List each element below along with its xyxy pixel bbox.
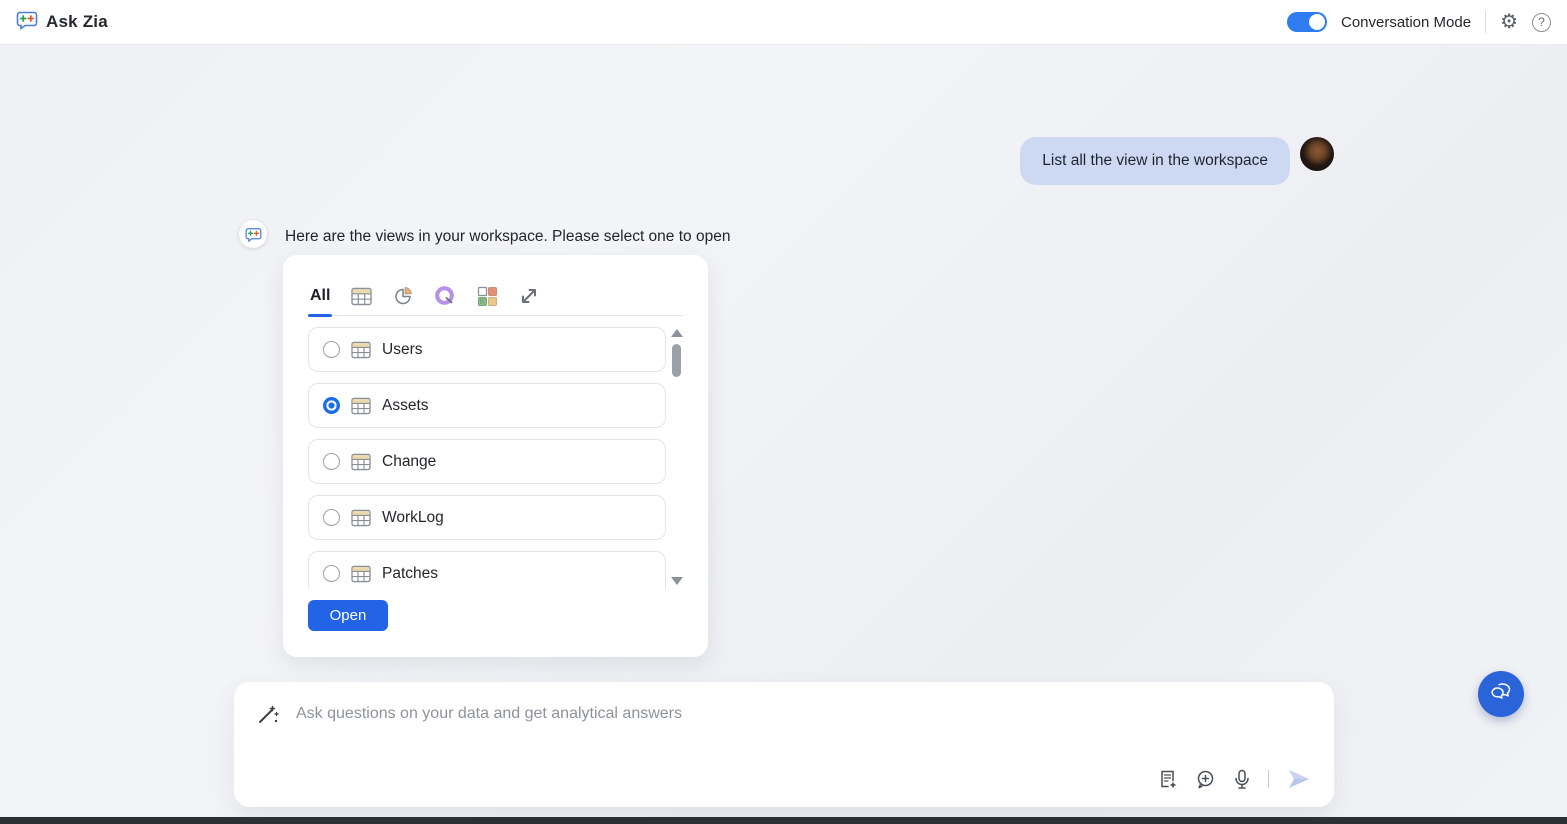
user-message-bubble: List all the view in the workspace <box>1020 137 1290 185</box>
scrollbar-thumb[interactable] <box>672 344 681 377</box>
scroll-down-arrow-icon[interactable] <box>671 577 683 585</box>
view-list-item[interactable]: Patches <box>308 551 666 589</box>
table-view-icon <box>351 509 371 527</box>
view-name-label: Users <box>382 340 423 358</box>
brand: Ask Zia <box>16 9 108 36</box>
conversation-mode-toggle[interactable] <box>1286 12 1327 32</box>
send-icon[interactable] <box>1286 767 1312 791</box>
view-list-viewport: Users Assets Change WorkLog Patches <box>308 327 683 589</box>
radio-button[interactable] <box>323 341 340 358</box>
view-picker-card: All Users Assets Change WorkLog Patches … <box>283 255 708 657</box>
user-message-row: List all the view in the workspace <box>1020 137 1334 185</box>
table-view-icon <box>351 565 371 583</box>
header-divider <box>1485 11 1487 33</box>
zia-avatar-icon <box>239 220 267 248</box>
view-name-label: Assets <box>382 396 429 414</box>
chat-fab-button[interactable] <box>1478 671 1524 717</box>
list-scrollbar[interactable] <box>670 327 683 589</box>
add-query-icon[interactable] <box>1195 769 1216 790</box>
microphone-icon[interactable] <box>1233 769 1251 790</box>
view-list-item[interactable]: Users <box>308 327 666 372</box>
table-view-icon <box>351 397 371 415</box>
active-tab-underline <box>308 314 332 317</box>
tab-table-view-icon[interactable] <box>348 281 374 311</box>
page-title: Ask Zia <box>46 12 108 31</box>
view-filter-tabs: All <box>308 281 683 311</box>
view-name-label: Patches <box>382 564 439 582</box>
settings-gear-icon[interactable]: ⚙ <box>1500 12 1518 32</box>
top-bar: Ask Zia Conversation Mode ⚙ ? <box>0 0 1567 45</box>
tab-all[interactable]: All <box>308 281 332 311</box>
view-list-item[interactable]: WorkLog <box>308 495 666 540</box>
tab-related-view-icon[interactable] <box>516 281 542 311</box>
composer-divider <box>1268 770 1269 788</box>
view-list-item[interactable]: Change <box>308 439 666 484</box>
top-bar-actions: Conversation Mode ⚙ ? <box>1286 11 1551 33</box>
user-avatar <box>1300 137 1334 171</box>
tab-query-table-icon[interactable] <box>432 281 458 311</box>
view-name-label: Change <box>382 452 437 470</box>
magic-wand-icon <box>256 702 280 726</box>
zia-message-text: Here are the views in your workspace. Pl… <box>285 228 731 245</box>
view-list: Users Assets Change WorkLog Patches <box>308 327 666 589</box>
help-icon[interactable]: ? <box>1532 12 1551 32</box>
zia-logo-icon <box>16 9 38 36</box>
tabs-divider <box>308 314 683 317</box>
view-name-label: WorkLog <box>382 508 444 526</box>
chat-bubbles-icon <box>1489 680 1513 709</box>
tab-dashboard-view-icon[interactable] <box>474 281 500 311</box>
radio-button[interactable] <box>323 509 340 526</box>
question-input[interactable] <box>296 705 1310 723</box>
radio-button[interactable] <box>323 397 340 414</box>
open-button[interactable]: Open <box>308 600 388 631</box>
table-view-icon <box>351 453 371 471</box>
tab-chart-view-icon[interactable] <box>390 281 416 311</box>
view-list-item[interactable]: Assets <box>308 383 666 428</box>
zia-message-row: Here are the views in your workspace. Pl… <box>239 220 730 248</box>
radio-button[interactable] <box>323 565 340 582</box>
add-note-icon[interactable] <box>1158 769 1178 789</box>
radio-button[interactable] <box>323 453 340 470</box>
composer-actions <box>1158 767 1312 791</box>
scroll-up-arrow-icon[interactable] <box>671 329 683 337</box>
table-view-icon <box>351 341 371 359</box>
ask-zia-app: Ask Zia Conversation Mode ⚙ ? List all t… <box>0 0 1567 824</box>
conversation-mode-label: Conversation Mode <box>1340 13 1472 31</box>
composer <box>234 682 1334 807</box>
bottom-strip <box>0 817 1567 824</box>
